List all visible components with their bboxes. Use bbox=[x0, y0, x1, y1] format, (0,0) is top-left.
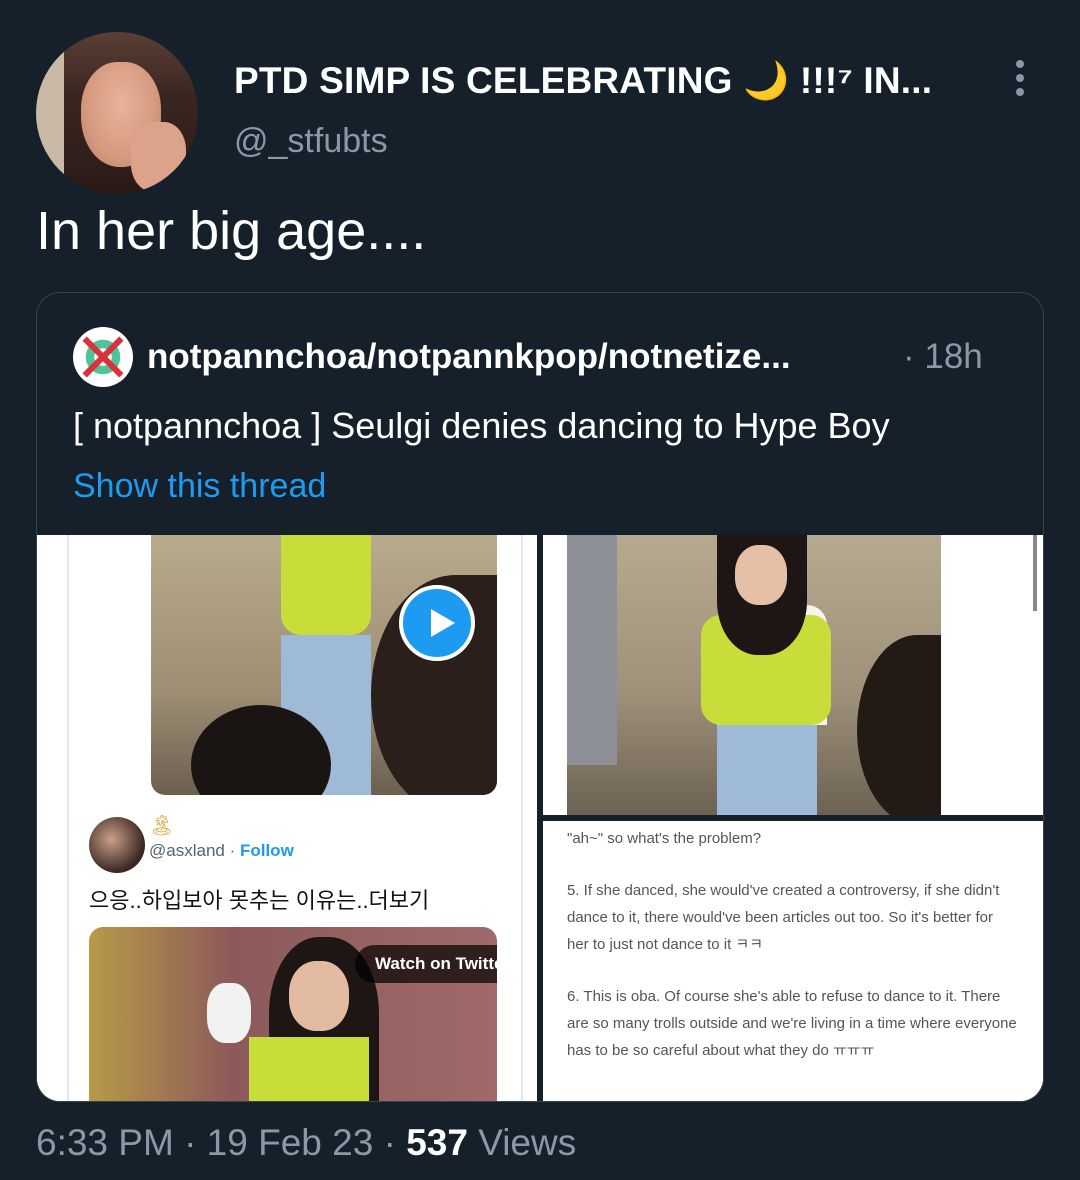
embedded-handle: @asxland · Follow bbox=[149, 841, 294, 860]
scrollbar bbox=[1033, 535, 1037, 611]
stage-photo bbox=[567, 535, 941, 815]
watch-on-twitter-button[interactable]: Watch on Twitter bbox=[355, 945, 497, 983]
tweet-timestamp[interactable]: 6:33 PM · 19 Feb 23 · bbox=[36, 1122, 406, 1163]
show-thread-link[interactable]: Show this thread bbox=[73, 467, 326, 506]
play-icon[interactable] bbox=[399, 585, 475, 661]
embedded-avatar bbox=[89, 817, 145, 873]
island-emoji-icon: 🏝 bbox=[149, 815, 175, 837]
media-right-top[interactable] bbox=[543, 535, 1043, 815]
video-thumbnail-2[interactable]: Watch on Twitter bbox=[89, 927, 497, 1101]
avatar-background bbox=[36, 32, 64, 194]
video-thumbnail-1[interactable] bbox=[151, 535, 497, 795]
tweet-text: In her big age.... bbox=[36, 201, 427, 261]
quoted-avatar[interactable] bbox=[73, 327, 133, 387]
quoted-timestamp[interactable]: · 18h bbox=[903, 337, 983, 377]
profile-avatar[interactable] bbox=[36, 32, 198, 194]
avatar-hand bbox=[131, 122, 186, 192]
media-left[interactable]: 🏝 @asxland · Follow 으응..하입보아 못추는 이유는..더보… bbox=[37, 535, 537, 1101]
quoted-text: [ notpannchoa ] Seulgi denies dancing to… bbox=[73, 405, 890, 446]
display-name[interactable]: PTD SIMP IS CELEBRATING 🌙 !!!⁷ IN... bbox=[234, 60, 932, 103]
user-handle[interactable]: @_stfubts bbox=[234, 122, 388, 161]
tweet-footer: 6:33 PM · 19 Feb 23 · 537 Views bbox=[36, 1122, 576, 1164]
note-line-2: 5. If she danced, she would've created a… bbox=[567, 882, 1000, 953]
note-line-3: 6. This is oba. Of course she's able to … bbox=[567, 988, 1017, 1059]
quoted-tweet[interactable]: notpannchoa/notpannkpop/notnetize... · 1… bbox=[36, 292, 1044, 1102]
embedded-follow-link: Follow bbox=[239, 841, 294, 860]
media-grid[interactable]: 🏝 @asxland · Follow 으응..하입보아 못추는 이유는..더보… bbox=[37, 535, 1043, 1101]
views-count[interactable]: 537 bbox=[406, 1122, 468, 1163]
more-options-icon[interactable] bbox=[1010, 60, 1030, 100]
media-right-bottom[interactable]: "ah~" so what's the problem? 5. If she d… bbox=[543, 821, 1043, 1101]
note-line-1: "ah~" so what's the problem? bbox=[567, 830, 762, 847]
quoted-display-name[interactable]: notpannchoa/notpannkpop/notnetize... bbox=[147, 337, 791, 377]
embedded-text: 으응..하입보아 못추는 이유는..더보기 bbox=[89, 888, 430, 913]
views-label: Views bbox=[467, 1122, 577, 1163]
